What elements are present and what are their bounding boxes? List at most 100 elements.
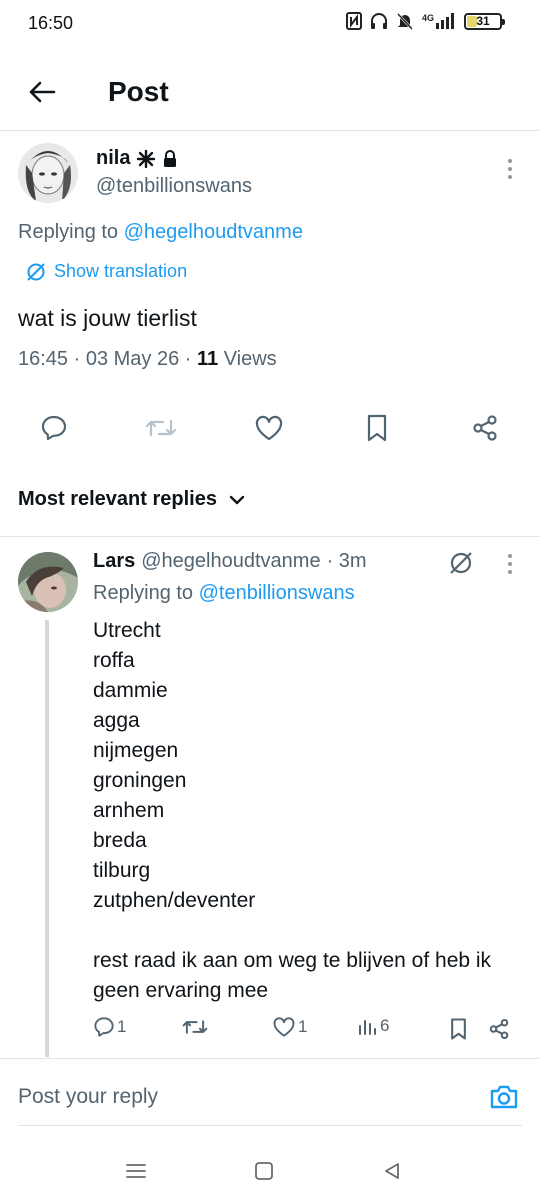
more-dot-icon — [508, 562, 512, 566]
reply-line: tilburg — [93, 859, 151, 882]
app-bar: Post — [0, 58, 540, 128]
arrow-left-icon — [29, 81, 56, 103]
replying-mention-link[interactable]: @hegelhoudtvanme — [124, 221, 303, 243]
page-title: Post — [108, 76, 169, 107]
bookmark-button[interactable] — [359, 410, 395, 446]
share-button[interactable] — [467, 410, 503, 446]
reply-author-name[interactable]: Lars — [93, 550, 135, 573]
network-label: 4G — [421, 13, 434, 23]
replies-sort-dropdown[interactable]: Most relevant replies — [18, 488, 245, 511]
signal-icon: 4G — [422, 13, 456, 29]
asterisk-icon — [137, 149, 156, 168]
reply-translate-button[interactable] — [446, 548, 476, 578]
status-bar: 16:50 4G 31 — [0, 0, 540, 48]
author-avatar[interactable] — [18, 143, 78, 203]
reply-icon — [94, 1017, 114, 1037]
replying-prefix: Replying to — [93, 582, 194, 604]
headphones-icon — [370, 13, 387, 29]
show-translation-label[interactable]: Show translation — [54, 261, 187, 282]
battery-icon: 31 — [464, 12, 505, 30]
reply-divider — [0, 1058, 540, 1059]
translate-icon — [27, 262, 45, 281]
post-replying-to: Replying to @hegelhoudtvanme — [18, 221, 303, 244]
system-back-button[interactable] — [377, 1156, 407, 1186]
reply-like-button[interactable]: 1 — [272, 1016, 307, 1038]
more-dot-icon — [508, 159, 512, 163]
reply-line: groningen — [93, 769, 187, 792]
like-icon — [273, 1017, 295, 1037]
reply-button[interactable] — [36, 410, 72, 446]
reply-more-button[interactable] — [498, 550, 522, 578]
repost-button[interactable] — [143, 410, 179, 446]
bell-muted-icon — [397, 13, 413, 30]
camera-button[interactable] — [486, 1080, 522, 1114]
lock-icon — [164, 149, 177, 167]
views-count: 11 — [196, 348, 219, 370]
nfc-icon — [345, 12, 362, 30]
replying-prefix: Replying to — [18, 221, 119, 243]
repost-icon — [182, 1020, 208, 1034]
show-translation-button[interactable]: Show translation — [26, 261, 187, 282]
reply-likes-count: 1 — [298, 1017, 308, 1036]
reply-line: roffa — [93, 649, 135, 672]
header-divider — [0, 130, 540, 131]
bookmark-icon — [450, 1018, 466, 1040]
thread-line — [45, 620, 49, 1057]
recent-apps-button[interactable] — [121, 1156, 151, 1186]
home-button[interactable] — [249, 1156, 279, 1186]
reply-closing-text: rest raad ik aan om weg te blijven of he… — [93, 949, 492, 1002]
status-time: 16:50 — [28, 13, 74, 33]
author-name-row[interactable]: nila — [96, 147, 178, 170]
reply-compose-input[interactable]: Post your reply — [18, 1085, 158, 1109]
more-dot-icon — [508, 570, 512, 574]
author-handle[interactable]: @tenbillionswans — [96, 175, 252, 198]
more-dot-icon — [508, 554, 512, 558]
reply-text: Utrecht roffa dammie agga nijmegen groni… — [93, 616, 523, 1006]
views-label: Views — [218, 348, 277, 370]
more-dot-icon — [508, 167, 512, 171]
sort-divider — [0, 536, 540, 537]
post-more-button[interactable] — [498, 155, 522, 183]
replying-mention-link[interactable]: @tenbillionswans — [199, 582, 355, 604]
reply-line: breda — [93, 829, 147, 852]
bookmark-icon — [367, 414, 387, 442]
replies-sort-label[interactable]: Most relevant replies — [18, 488, 217, 511]
reply-line: arnhem — [93, 799, 165, 822]
battery-level: 31 — [476, 14, 490, 28]
share-icon — [473, 415, 497, 441]
views-chart-icon — [359, 1020, 376, 1035]
reply-repost-button[interactable] — [182, 1016, 210, 1038]
home-square-icon — [255, 1162, 273, 1180]
reply-views-button[interactable]: 6 — [358, 1016, 389, 1036]
share-icon — [489, 1018, 509, 1040]
reply-bookmark-button[interactable] — [446, 1016, 470, 1042]
reply-avatar[interactable] — [18, 552, 78, 612]
repost-icon — [145, 419, 177, 437]
translate-icon — [450, 552, 472, 574]
like-icon — [255, 415, 283, 441]
reply-line: dammie — [93, 679, 168, 702]
reply-icon — [41, 415, 67, 441]
reply-line: zutphen/deventer — [93, 889, 256, 912]
chevron-down-icon — [229, 495, 245, 504]
reply-line: agga — [93, 709, 140, 732]
reply-share-button[interactable] — [486, 1016, 512, 1042]
reply-time: · 3m — [326, 550, 367, 572]
reply-reply-button[interactable]: 1 — [93, 1016, 126, 1038]
post-text: wat is jouw tierlist — [18, 305, 197, 331]
reply-line: Utrecht — [93, 619, 161, 642]
reply-header: Lars @hegelhoudtvanme · 3m — [93, 550, 367, 573]
status-icons: 4G 31 — [345, 12, 505, 30]
like-button[interactable] — [251, 410, 287, 446]
menu-icon — [126, 1164, 146, 1178]
post-timestamp: 16:45 · 03 May 26 · — [18, 348, 197, 370]
more-dot-icon — [508, 175, 512, 179]
author-name[interactable]: nila — [96, 147, 130, 170]
post-meta: 16:45 · 03 May 26 · 11 Views — [18, 348, 277, 371]
reply-replies-count: 1 — [117, 1017, 127, 1036]
reply-paragraph-gap — [93, 916, 523, 946]
reply-replying-to: Replying to @tenbillionswans — [93, 582, 355, 605]
reply-author-handle[interactable]: @hegelhoudtvanme — [141, 550, 320, 573]
back-button[interactable] — [24, 74, 60, 110]
reply-views-count: 6 — [380, 1016, 390, 1035]
